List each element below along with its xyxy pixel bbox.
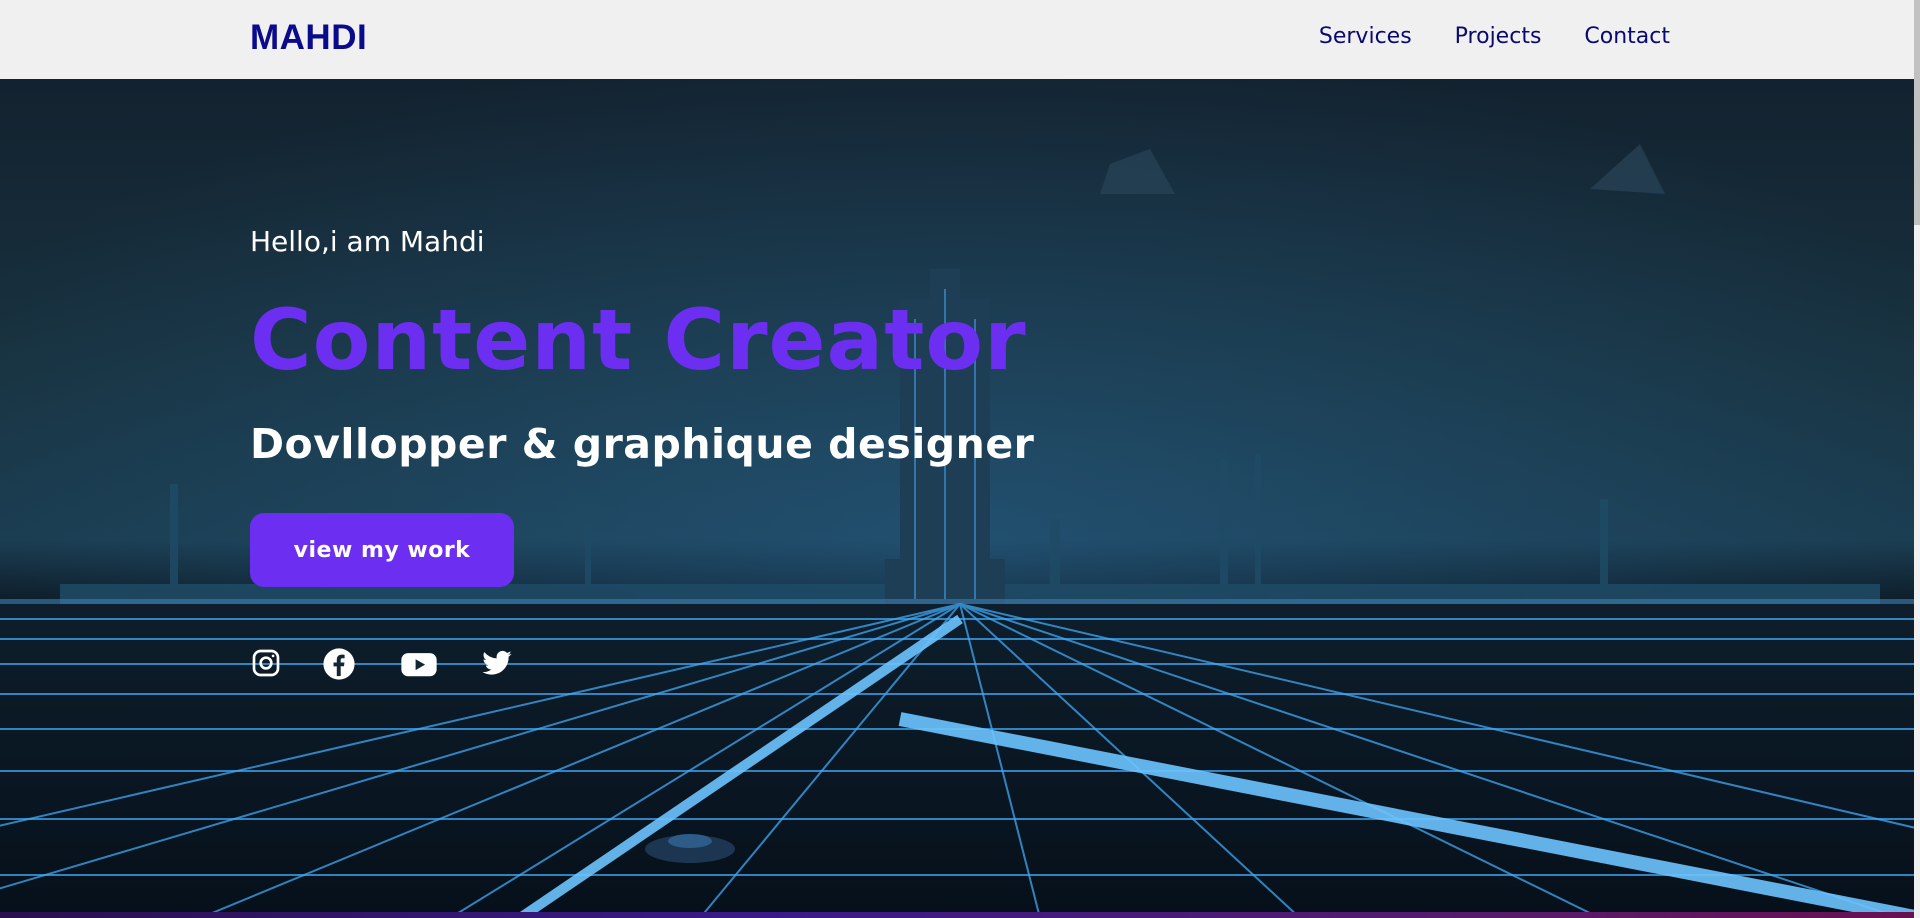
facebook-icon[interactable] [322, 647, 356, 681]
hero-subheadline: Dovllopper & graphique designer [250, 420, 1035, 468]
nav-links: Services Projects Contact [1319, 24, 1670, 49]
view-my-work-button[interactable]: view my work [250, 513, 514, 587]
hero-background-image [0, 79, 1920, 918]
brand-logo[interactable]: MAHDI [250, 18, 367, 58]
hero-greeting: Hello,i am Mahdi [250, 225, 485, 258]
youtube-icon[interactable] [400, 647, 438, 681]
instagram-icon[interactable] [250, 647, 284, 681]
scrollbar-thumb[interactable] [1914, 0, 1920, 225]
bottom-gradient-strip [0, 912, 1920, 918]
nav-link-projects[interactable]: Projects [1455, 24, 1542, 49]
nav-link-services[interactable]: Services [1319, 24, 1412, 49]
vertical-scrollbar[interactable] [1914, 0, 1920, 918]
navbar: MAHDI Services Projects Contact [0, 0, 1920, 79]
hero-headline: Content Creator [250, 291, 1027, 389]
twitter-icon[interactable] [480, 647, 514, 681]
hero-section: Hello,i am Mahdi Content Creator Dovllop… [0, 79, 1920, 918]
page: MAHDI Services Projects Contact Hello,i … [0, 0, 1920, 918]
nav-link-contact[interactable]: Contact [1584, 24, 1670, 49]
